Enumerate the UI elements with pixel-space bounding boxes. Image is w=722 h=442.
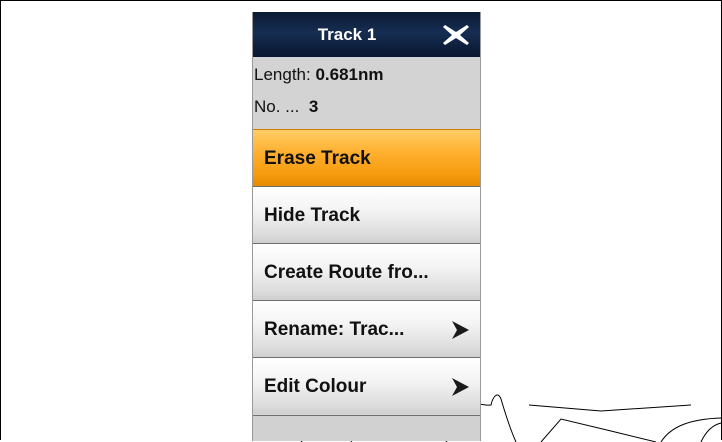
count-row: No. ... 3 xyxy=(254,97,318,117)
create-route-item[interactable]: Create Route fro... xyxy=(253,243,480,300)
hide-track-item[interactable]: Hide Track xyxy=(253,186,480,243)
edit-colour-item[interactable]: Edit Colour xyxy=(253,357,480,414)
menu-item-label: Edit Colour xyxy=(264,376,367,397)
erase-track-item[interactable]: Erase Track xyxy=(253,129,480,186)
length-label: Length: xyxy=(254,65,311,84)
close-x-icon xyxy=(443,25,469,45)
menu-footer xyxy=(253,415,480,441)
menu-item-label: Rename: Trac... xyxy=(264,319,405,340)
length-row: Length: 0.681nm xyxy=(254,65,384,85)
menu-item-label: Erase Track xyxy=(264,148,371,169)
count-label: No. ... xyxy=(254,97,300,116)
menu-item-label: Hide Track xyxy=(264,205,361,226)
menu-title: Track 1 xyxy=(317,25,377,44)
menu-item-label: Create Route fro... xyxy=(264,262,429,283)
chevron-right-icon xyxy=(452,378,469,396)
close-button[interactable] xyxy=(440,21,472,49)
track-context-menu: Track 1 Length: 0.681nm No. ... 3 Erase … xyxy=(252,12,481,441)
length-value: 0.681nm xyxy=(315,65,384,84)
rename-track-item[interactable]: Rename: Trac... xyxy=(253,300,480,357)
chevron-right-icon xyxy=(452,321,469,339)
count-value: 3 xyxy=(308,97,319,116)
menu-header: Track 1 xyxy=(253,12,480,57)
